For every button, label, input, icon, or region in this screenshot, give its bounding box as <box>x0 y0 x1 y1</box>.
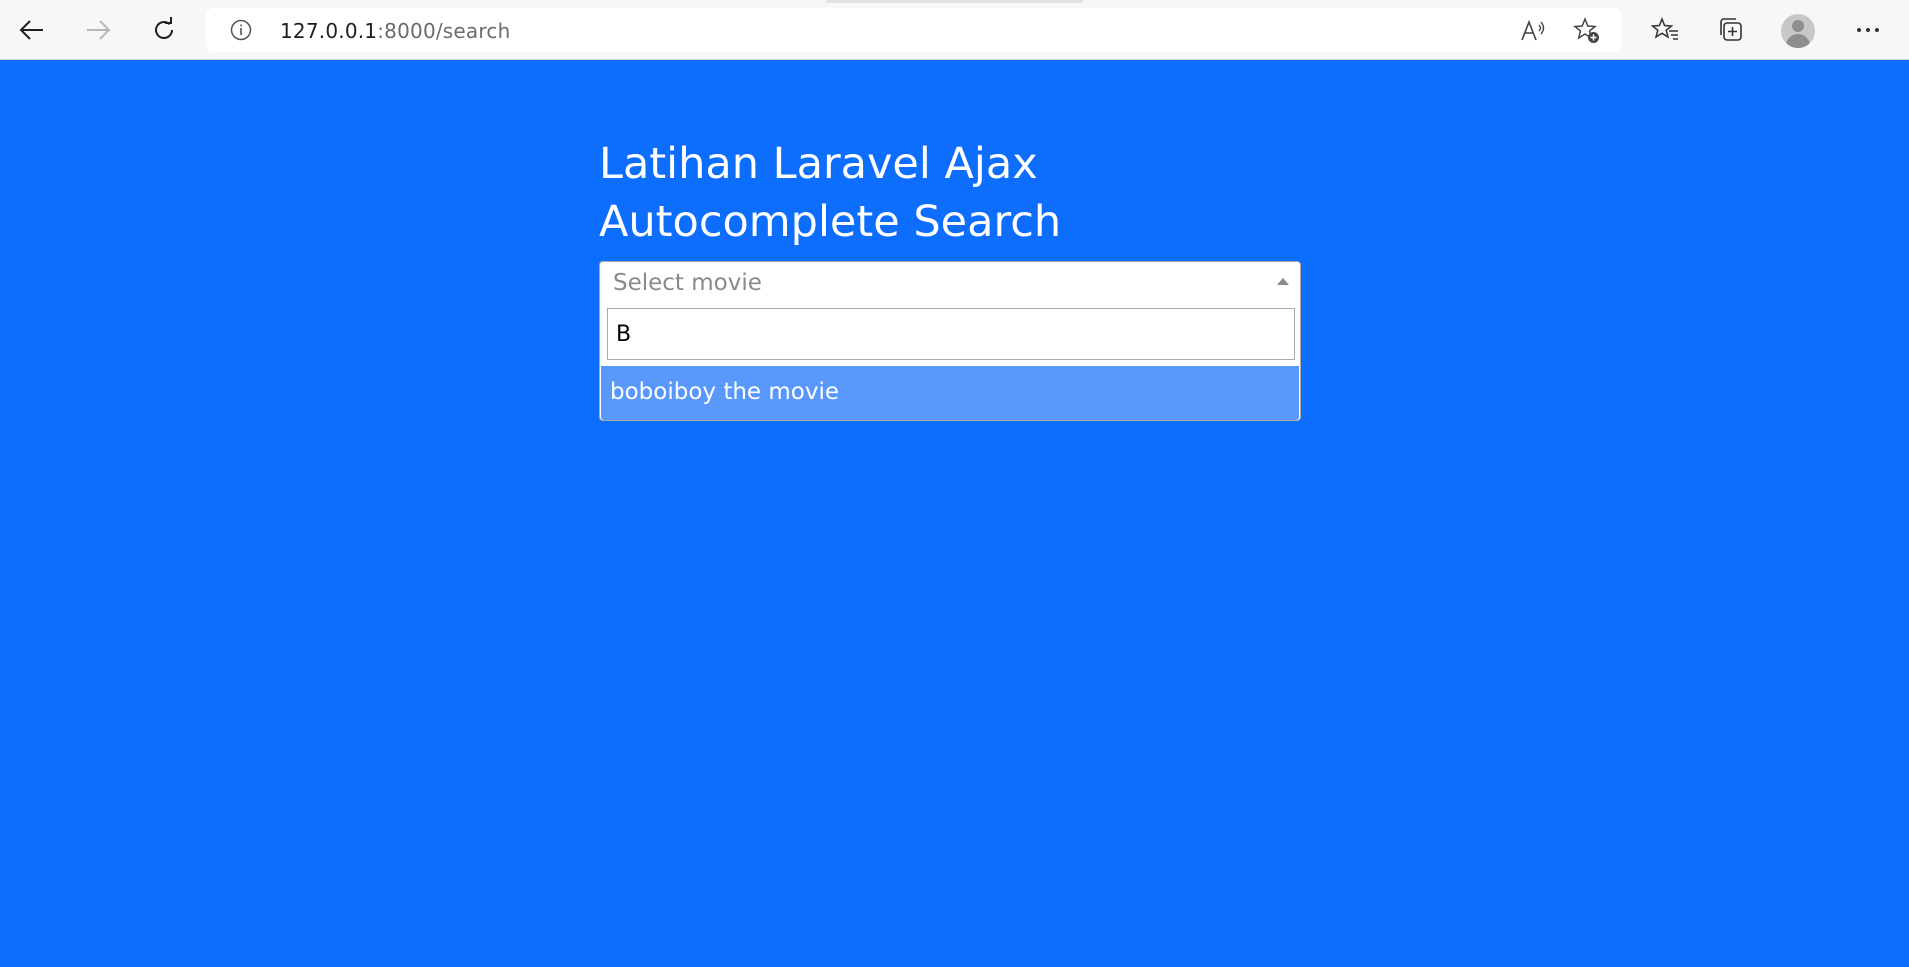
caret-up-icon[interactable] <box>1277 278 1289 285</box>
favorites-button[interactable] <box>1645 12 1685 48</box>
url-host: 127.0.0.1 <box>280 19 378 43</box>
info-icon[interactable] <box>230 19 252 41</box>
url-path: :8000/search <box>377 19 511 43</box>
add-favorite-icon[interactable] <box>1572 16 1602 46</box>
back-arrow-icon <box>19 19 45 41</box>
avatar-body <box>1786 34 1810 48</box>
tab-strip-edge <box>826 0 1083 3</box>
profile-avatar[interactable] <box>1781 14 1815 48</box>
select-placeholder: Select movie <box>613 270 762 296</box>
more-options-icon <box>1856 27 1880 33</box>
collections-button[interactable] <box>1711 12 1751 48</box>
browser-toolbar: 127.0.0.1:8000/search <box>0 0 1909 60</box>
page-title: Latihan Laravel Ajax Autocomplete Search <box>599 139 1062 247</box>
avatar-head <box>1792 20 1804 32</box>
forward-button[interactable] <box>78 12 118 48</box>
movie-search-input[interactable] <box>607 308 1295 360</box>
select-dropdown: boboiboy the movie <box>599 302 1301 421</box>
read-aloud-icon[interactable] <box>1518 16 1548 46</box>
forward-arrow-icon <box>85 19 111 41</box>
collections-icon <box>1717 16 1745 44</box>
movie-select[interactable]: Select movie <box>599 261 1301 303</box>
back-button[interactable] <box>12 12 52 48</box>
favorites-icon <box>1651 17 1679 43</box>
more-options-button[interactable] <box>1848 12 1888 48</box>
address-url[interactable]: 127.0.0.1:8000/search <box>280 19 510 43</box>
address-bar[interactable]: 127.0.0.1:8000/search <box>206 8 1622 52</box>
result-item-boboiboy[interactable]: boboiboy the movie <box>601 366 1299 420</box>
refresh-icon <box>151 17 177 43</box>
refresh-button[interactable] <box>144 12 184 48</box>
